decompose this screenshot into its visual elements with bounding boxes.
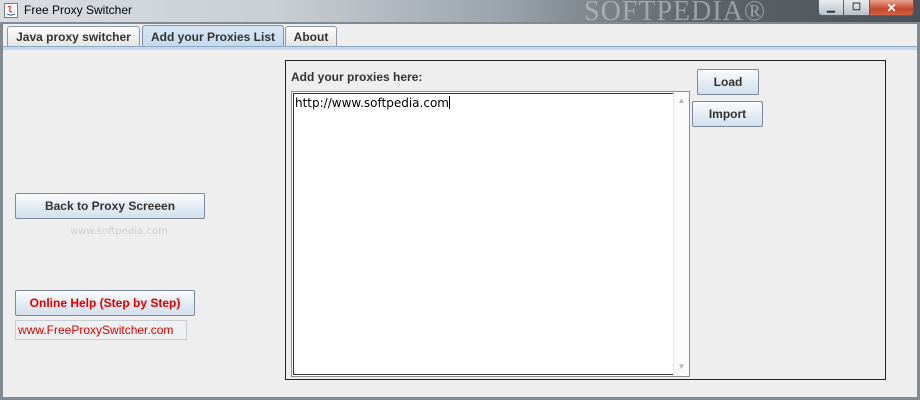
load-button-label: Load [713, 75, 743, 89]
window-controls: ▁ ☐ ✕ [818, 0, 914, 17]
title-watermark: SOFTPEDIA® [584, 0, 767, 22]
online-help-button[interactable]: Online Help (Step by Step) [15, 290, 195, 316]
proxies-textarea-container: http://www.softpedia.com ▲ ▼ [291, 91, 690, 377]
tab-about[interactable]: About [285, 26, 337, 46]
tab-add-proxies-list[interactable]: Add your Proxies List [142, 25, 284, 47]
proxies-textarea[interactable]: http://www.softpedia.com [293, 93, 673, 375]
app-window: Free Proxy Switcher SOFTPEDIA® ▁ ☐ ✕ Jav… [0, 0, 920, 400]
tab-label: About [293, 29, 329, 44]
vertical-scrollbar[interactable]: ▲ ▼ [673, 92, 689, 376]
import-button[interactable]: Import [692, 101, 763, 127]
website-link[interactable]: www.FreeProxySwitcher.com [15, 320, 187, 340]
client-area: Java proxy switcher Add your Proxies Lis… [3, 24, 917, 397]
back-button-label: Back to Proxy Screeen [44, 199, 176, 213]
import-button-label: Import [708, 107, 747, 121]
java-app-icon [4, 3, 18, 18]
maximize-button[interactable]: ☐ [844, 0, 870, 16]
softpedia-watermark: www.softpedia.com [70, 226, 168, 237]
proxy-list-panel: Add your proxies here: http://www.softpe… [285, 60, 886, 380]
proxies-label: Add your proxies here: [291, 70, 423, 84]
text-caret [448, 96, 450, 109]
tab-java-proxy-switcher[interactable]: Java proxy switcher [7, 26, 140, 46]
tab-label: Add your Proxies List [150, 29, 276, 44]
minimize-icon: ▁ [827, 1, 835, 13]
help-button-label: Online Help (Step by Step) [29, 296, 181, 310]
close-button[interactable]: ✕ [870, 0, 914, 16]
close-icon: ✕ [886, 0, 897, 15]
load-button[interactable]: Load [697, 69, 759, 95]
tab-strip: Java proxy switcher Add your Proxies Lis… [3, 24, 917, 50]
proxies-text: http://www.softpedia.com [295, 96, 449, 110]
window-title: Free Proxy Switcher [24, 3, 133, 17]
minimize-button[interactable]: ▁ [818, 0, 844, 16]
back-to-proxy-screen-button[interactable]: Back to Proxy Screeen [15, 193, 205, 219]
scroll-up-arrow-icon[interactable]: ▲ [674, 94, 689, 108]
tab-underline [3, 46, 917, 50]
tab-label: Java proxy switcher [16, 29, 131, 44]
maximize-icon: ☐ [852, 1, 861, 13]
title-bar: Free Proxy Switcher SOFTPEDIA® ▁ ☐ ✕ [0, 0, 920, 22]
scroll-down-arrow-icon[interactable]: ▼ [674, 360, 689, 374]
